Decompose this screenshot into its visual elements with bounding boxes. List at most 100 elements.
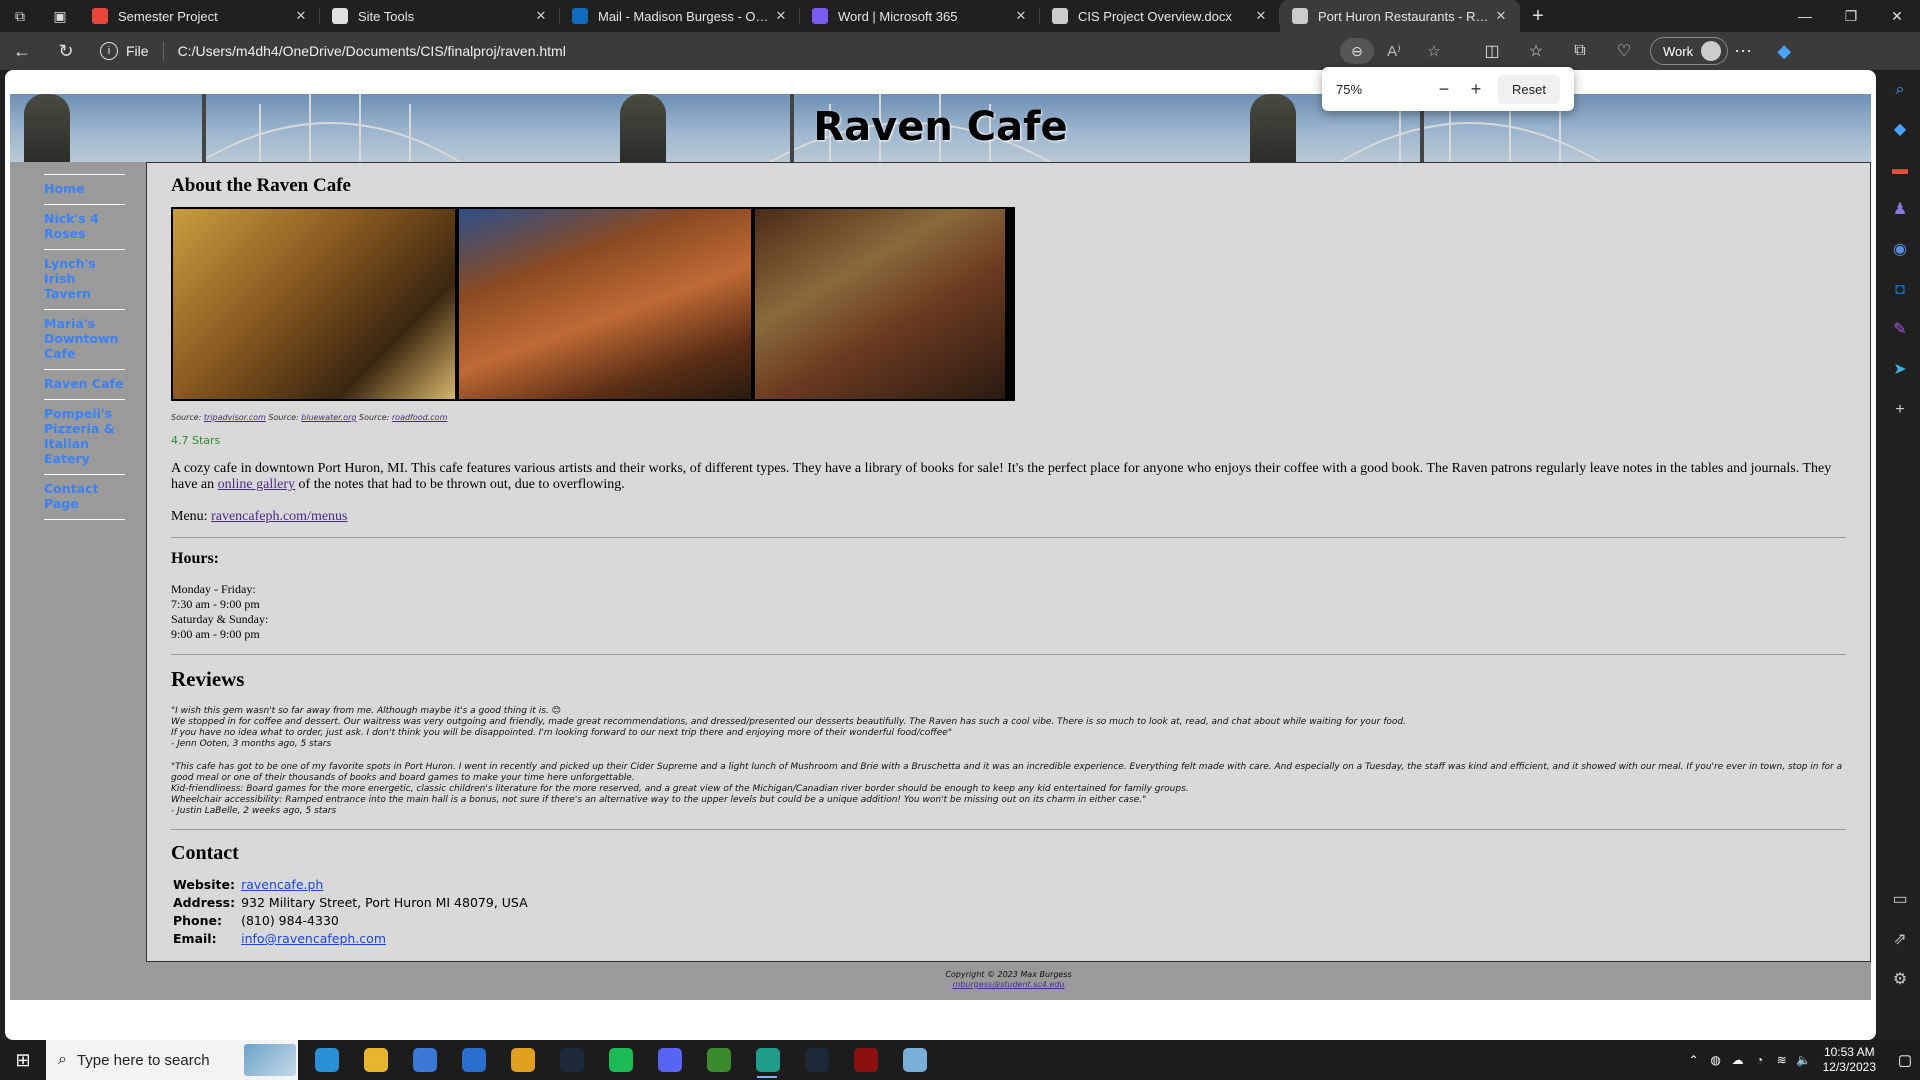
search-icon[interactable]: ⌕ [1880, 70, 1920, 110]
footer-email-link[interactable]: mburgess@student.sc4.edu [953, 980, 1065, 989]
volume-icon[interactable]: 🔈 [1793, 1053, 1815, 1067]
onedrive-icon[interactable]: ☁ [1727, 1053, 1749, 1067]
zoom-indicator-icon[interactable]: ⊖ [1340, 38, 1374, 64]
refresh-icon[interactable]: ↻ [44, 41, 88, 62]
profile-button[interactable]: Work [1650, 37, 1729, 65]
file-explorer-icon [363, 1048, 388, 1072]
browser-tab[interactable]: Port Huron Restaurants - Raven Cafe✕ [1280, 0, 1520, 32]
close-tab-icon[interactable]: ✕ [1252, 8, 1270, 24]
split-screen-icon[interactable]: ◫ [1470, 41, 1514, 61]
contact-link[interactable]: info@ravencafeph.com [241, 931, 386, 946]
new-tab-button[interactable]: + [1520, 5, 1556, 28]
tab-actions-icon[interactable]: ▣ [40, 0, 80, 32]
favorites-icon[interactable]: ☆ [1514, 41, 1558, 61]
collections-icon[interactable]: ⧉ [1558, 42, 1602, 60]
zoom-in-icon[interactable]: + [1460, 79, 1492, 100]
hours-heading: Hours: [171, 550, 219, 567]
browser-tab[interactable]: Word | Microsoft 365 ✕ [800, 0, 1040, 32]
main-content: About the Raven Cafe Source: tripadvisor… [146, 162, 1871, 962]
back-icon[interactable]: ← [0, 41, 44, 62]
nav-link[interactable]: Raven Cafe [44, 376, 125, 391]
nav-link[interactable]: Maria's Downtown Cafe [44, 316, 125, 361]
contact-link[interactable]: ravencafe.ph [241, 877, 323, 892]
menu-link[interactable]: ravencafeph.com/menus [211, 509, 347, 524]
close-tab-icon[interactable]: ✕ [772, 8, 790, 24]
online-gallery-link[interactable]: online gallery [218, 477, 295, 492]
address-bar[interactable]: i File C:/Users/m4dh4/OneDrive/Documents… [94, 36, 1454, 66]
taskbar-app[interactable] [743, 1040, 792, 1080]
taskbar-app[interactable] [694, 1040, 743, 1080]
taskbar-app[interactable] [596, 1040, 645, 1080]
browser-tab[interactable]: CIS Project Overview.docx ✕ [1040, 0, 1280, 32]
nav-link[interactable]: Pompeii's Pizzeria & Italian Eatery [44, 406, 125, 466]
nav-link[interactable]: Lynch's Irish Tavern [44, 256, 125, 301]
copilot-icon[interactable]: ◆ [1766, 41, 1802, 62]
tab-title: Port Huron Restaurants - Raven Cafe [1318, 8, 1492, 24]
taskbar-app[interactable] [302, 1040, 351, 1080]
more-menu-icon[interactable]: ⋯ [1728, 41, 1758, 62]
tools-icon[interactable]: ▬ [1880, 150, 1920, 190]
taskbar-app[interactable] [449, 1040, 498, 1080]
contact-value: (810) 984-4330 [241, 913, 339, 928]
designer-icon[interactable]: ✎ [1880, 310, 1920, 350]
add-sidebar-icon[interactable]: + [1880, 390, 1920, 430]
hours-section: Hours: Monday - Friday: 7:30 am - 9:00 p… [171, 550, 1846, 642]
steam-icon [804, 1048, 829, 1072]
minimize-icon[interactable]: — [1782, 8, 1828, 25]
close-tab-icon[interactable]: ✕ [292, 8, 310, 24]
source-link[interactable]: tripadvisor.com [204, 413, 266, 422]
chevron-up-icon[interactable]: ⌃ [1683, 1053, 1705, 1067]
browser-tab[interactable]: Mail - Madison Burgess - Outlook ✕ [560, 0, 800, 32]
red-circle-icon [92, 8, 108, 24]
close-tab-icon[interactable]: ✕ [532, 8, 550, 24]
review-line: Kid-friendliness: Board games for the mo… [171, 784, 1189, 794]
browser-essentials-icon[interactable]: ♡ [1602, 41, 1646, 61]
close-tab-icon[interactable]: ✕ [1492, 8, 1510, 24]
zoom-reset-button[interactable]: Reset [1498, 74, 1560, 104]
close-tab-icon[interactable]: ✕ [1012, 8, 1030, 24]
settings-icon[interactable]: ⚙ [1880, 960, 1920, 1000]
taskbar-app[interactable] [890, 1040, 939, 1080]
hours-line: 9:00 am - 9:00 pm [171, 627, 260, 641]
reviews-section: Reviews "I wish this gem wasn't so far a… [171, 667, 1846, 817]
taskbar-app[interactable] [400, 1040, 449, 1080]
taskbar-app[interactable] [841, 1040, 890, 1080]
games-icon[interactable]: ♟ [1880, 190, 1920, 230]
favorite-star-icon[interactable]: ☆ [1414, 42, 1454, 60]
m365-icon[interactable]: ◉ [1880, 230, 1920, 270]
notifications-icon[interactable]: ▢ [1890, 1051, 1920, 1069]
nav-link[interactable]: Nick's 4 Roses [44, 211, 125, 241]
taskbar-search[interactable]: ⌕ Type here to search [46, 1040, 298, 1080]
taskbar-app[interactable] [351, 1040, 400, 1080]
source-link[interactable]: roadfood.com [392, 413, 447, 422]
read-aloud-icon[interactable]: A⁾ [1374, 42, 1414, 60]
taskbar-app[interactable] [645, 1040, 694, 1080]
nav-link[interactable]: Contact Page [44, 481, 125, 511]
start-icon[interactable]: ⊞ [0, 1050, 46, 1071]
url-text[interactable]: C:/Users/m4dh4/OneDrive/Documents/CIS/fi… [178, 43, 566, 59]
restore-icon[interactable]: ❐ [1828, 8, 1874, 25]
source-link[interactable]: bluewater.org [301, 413, 356, 422]
hide-sidebar-icon[interactable]: ▭ [1880, 880, 1920, 920]
wifi-icon[interactable]: ≋ [1771, 1053, 1793, 1067]
network-icon[interactable]: ◔ [1749, 1053, 1771, 1067]
taskbar-app[interactable] [792, 1040, 841, 1080]
browser-tab[interactable]: Semester Project ✕ [80, 0, 320, 32]
open-external-icon[interactable]: ⇗ [1880, 920, 1920, 960]
drop-icon[interactable]: ➤ [1880, 350, 1920, 390]
nav-link[interactable]: Home [44, 181, 125, 196]
zoom-out-icon[interactable]: − [1428, 79, 1460, 100]
steam-tray-icon[interactable]: ◍ [1705, 1053, 1727, 1067]
taskbar-app[interactable] [547, 1040, 596, 1080]
nav-rule [44, 174, 125, 175]
edge-icon [314, 1048, 339, 1072]
taskbar-app[interactable] [498, 1040, 547, 1080]
source-label: Source: [268, 413, 299, 422]
site-info-icon[interactable]: i [100, 42, 118, 60]
shopping-icon[interactable]: ◆ [1880, 110, 1920, 150]
workspaces-icon[interactable]: ⧉ [0, 0, 40, 32]
browser-tab[interactable]: Site Tools ✕ [320, 0, 560, 32]
outlook-icon[interactable]: ◘ [1880, 270, 1920, 310]
close-window-icon[interactable]: ✕ [1874, 8, 1920, 25]
clock[interactable]: 10:53 AM 12/3/2023 [1823, 1045, 1876, 1075]
